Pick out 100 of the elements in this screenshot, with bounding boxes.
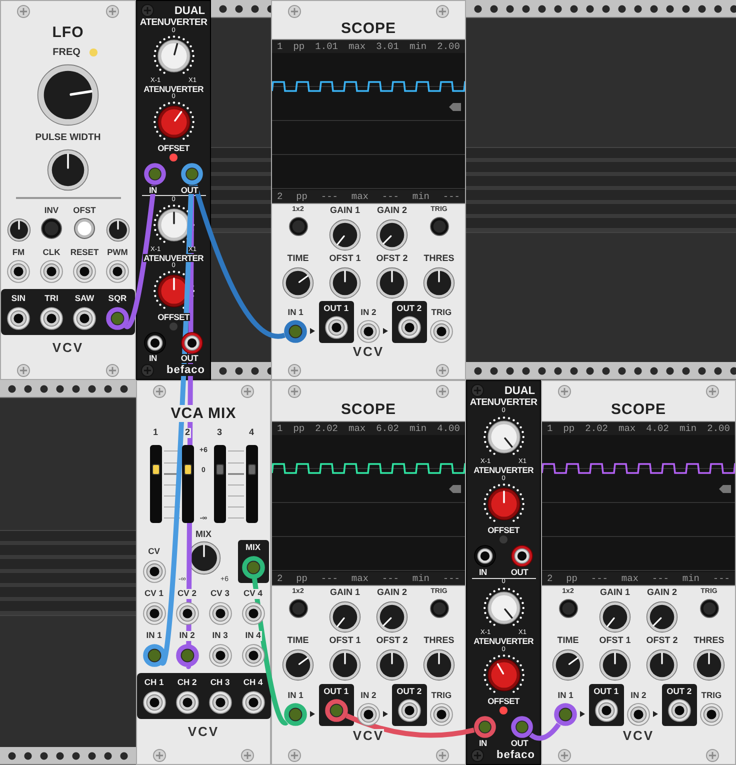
jack-socket[interactable] [73, 306, 96, 330]
knob[interactable] [422, 266, 455, 299]
jack-socket[interactable] [7, 260, 30, 284]
jack-socket[interactable] [208, 644, 232, 667]
jack-socket[interactable] [40, 306, 63, 330]
knob[interactable] [422, 649, 455, 682]
knob[interactable] [376, 218, 408, 251]
knob[interactable] [482, 416, 524, 458]
jack-socket[interactable] [242, 644, 264, 667]
readout-text: 1 [277, 40, 283, 52]
knob[interactable] [376, 266, 408, 299]
jack-socket[interactable] [510, 545, 533, 568]
arrow-icon [580, 711, 586, 718]
push-button[interactable] [558, 599, 578, 618]
jack-socket[interactable] [142, 560, 166, 583]
knob[interactable] [376, 601, 408, 634]
fader-handle[interactable] [216, 464, 224, 476]
jack-socket[interactable] [142, 690, 166, 714]
knob[interactable] [598, 601, 631, 634]
knob[interactable] [376, 649, 408, 682]
knob[interactable] [328, 601, 361, 634]
push-button[interactable] [288, 216, 308, 236]
screw-icon [558, 385, 571, 398]
readout-text: 4.02 [646, 422, 669, 434]
jack-socket[interactable] [144, 332, 166, 354]
jack-label: OUT [510, 739, 529, 748]
jack-socket[interactable] [180, 163, 203, 186]
readout-text: 3.01 [376, 40, 399, 52]
jack-socket[interactable] [700, 703, 723, 726]
readout-text: 1 [547, 422, 553, 434]
jack-socket[interactable] [284, 703, 307, 726]
knob[interactable] [328, 266, 361, 299]
jack-socket[interactable] [430, 703, 453, 726]
knob[interactable] [598, 649, 631, 682]
jack-socket[interactable] [242, 556, 264, 579]
knob[interactable] [692, 649, 725, 682]
knob[interactable] [282, 649, 314, 682]
jack-socket[interactable] [284, 320, 307, 343]
knob[interactable] [152, 204, 194, 246]
jack-socket[interactable] [176, 602, 198, 625]
jack-label: RESET [69, 248, 100, 258]
knob[interactable] [482, 586, 524, 629]
knob-label: FREQ [52, 47, 82, 58]
knob[interactable] [482, 482, 524, 525]
jack-socket[interactable] [106, 260, 129, 284]
knob[interactable] [328, 649, 361, 682]
jack-socket[interactable] [208, 690, 232, 714]
jack-socket[interactable] [430, 320, 453, 343]
screw-icon [17, 5, 30, 18]
jack-socket[interactable] [474, 545, 496, 568]
knob[interactable] [328, 218, 361, 251]
jack-socket[interactable] [40, 260, 63, 284]
readout-text: 1 [277, 422, 283, 434]
jack-label: IN 2 [178, 631, 196, 641]
module-title: DUAL [174, 4, 205, 16]
jack-socket[interactable] [626, 703, 650, 726]
knob[interactable] [282, 266, 314, 299]
button-label: INV [43, 206, 60, 215]
jack-socket[interactable] [242, 690, 264, 714]
jack-socket[interactable] [356, 320, 380, 343]
screw-icon [436, 364, 449, 377]
knob[interactable] [6, 218, 30, 242]
knob[interactable] [106, 218, 130, 242]
jack-socket[interactable] [398, 316, 421, 339]
knob[interactable] [552, 649, 584, 682]
jack-label: IN 4 [244, 631, 262, 641]
push-button[interactable] [430, 216, 448, 236]
jack-label: OUT [510, 568, 529, 577]
jack-socket[interactable] [324, 316, 348, 339]
jack-socket[interactable] [554, 703, 577, 726]
jack-socket[interactable] [73, 260, 96, 284]
push-button[interactable] [41, 218, 62, 239]
screw-icon [288, 5, 301, 18]
knob[interactable] [37, 64, 99, 126]
screw-icon [241, 385, 254, 398]
patch-cable[interactable] [529, 722, 561, 741]
jack-socket[interactable] [242, 602, 264, 625]
jack-socket[interactable] [142, 644, 166, 667]
fader-handle[interactable] [152, 464, 160, 476]
jack-socket[interactable] [180, 332, 203, 354]
jack-socket[interactable] [356, 703, 380, 726]
knob[interactable] [646, 601, 678, 634]
fader-handle[interactable] [184, 464, 192, 476]
jack-socket[interactable] [398, 699, 421, 722]
jack-socket[interactable] [176, 690, 198, 714]
jack-socket[interactable] [176, 644, 198, 667]
knob[interactable] [47, 149, 89, 192]
knob-label: MIX [194, 530, 212, 540]
fader-handle[interactable] [248, 464, 256, 476]
push-button[interactable] [700, 599, 718, 618]
readout-text: --- [442, 572, 460, 584]
jack-socket[interactable] [594, 699, 618, 722]
push-button[interactable] [430, 599, 448, 618]
jack-socket[interactable] [142, 602, 166, 625]
knob-label: GAIN 1 [328, 588, 361, 598]
jack-socket[interactable] [7, 306, 30, 330]
jack-socket[interactable] [668, 699, 691, 722]
jack-socket[interactable] [208, 602, 232, 625]
knob[interactable] [646, 649, 678, 682]
push-button[interactable] [288, 599, 308, 618]
